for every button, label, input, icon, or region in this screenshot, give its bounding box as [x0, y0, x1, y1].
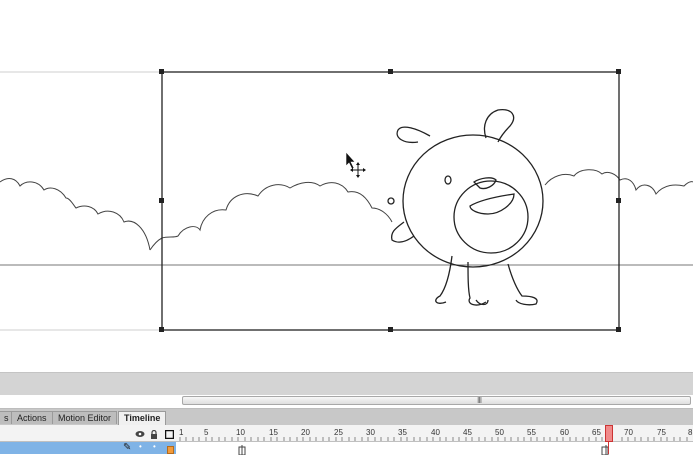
frame-ticks	[179, 437, 688, 441]
keyframe-marks	[238, 445, 609, 456]
playhead-line	[608, 442, 609, 454]
pencil-icon: ✎	[123, 442, 132, 453]
scrollbar-grip: III	[477, 396, 482, 405]
transform-handles	[159, 69, 621, 332]
drawing-canvas[interactable]	[0, 0, 693, 372]
tab-motion-editor[interactable]: Motion Editor	[52, 411, 118, 424]
frame-ruler[interactable]: 1 5 10 15 20 25 30 35 40 45 50 55 60 65 …	[0, 425, 693, 442]
bush-middle	[161, 181, 393, 239]
panel-tab-bar: s Actions Motion Editor Timeline	[0, 409, 693, 426]
lock-dot-icon[interactable]: •	[153, 442, 156, 451]
tab-actions[interactable]: Actions	[11, 411, 53, 424]
playhead[interactable]	[605, 425, 613, 442]
eye-icon[interactable]	[135, 430, 145, 440]
bush-left	[0, 178, 151, 251]
scrollbar-thumb[interactable]: III	[182, 396, 691, 405]
horizontal-scrollbar[interactable]	[0, 372, 693, 395]
layer-frames[interactable]	[176, 442, 693, 456]
lock-icon[interactable]	[150, 429, 158, 441]
layer-outline-color[interactable]	[167, 446, 174, 454]
move-cursor-icon	[345, 151, 366, 178]
outline-icon[interactable]	[164, 429, 175, 441]
visibility-dot-icon[interactable]: •	[139, 442, 142, 451]
stage-canvas[interactable]	[0, 0, 693, 372]
timeline-panel: 1 5 10 15 20 25 30 35 40 45 50 55 60 65 …	[0, 425, 693, 456]
creature-drawing	[387, 109, 544, 306]
tab-timeline[interactable]: Timeline	[118, 411, 167, 426]
